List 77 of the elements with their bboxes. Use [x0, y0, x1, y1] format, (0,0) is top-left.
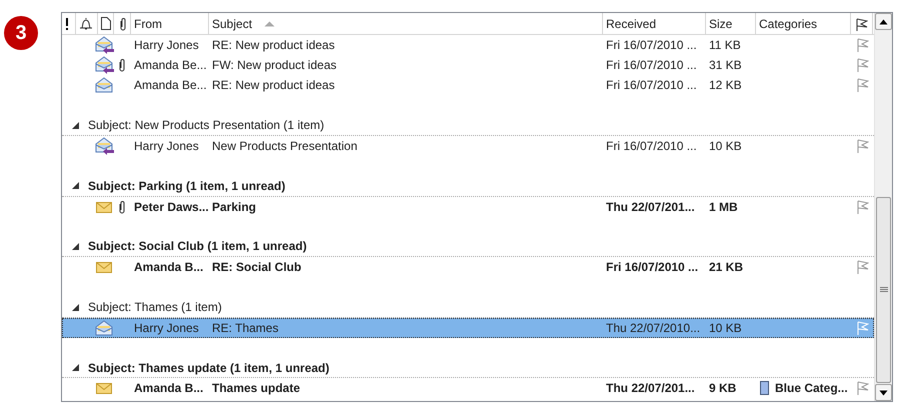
message-size: 1 MB [709, 200, 738, 214]
group-header[interactable]: Subject: New Products Presentation (1 item) [88, 116, 324, 134]
group-header[interactable]: Subject: Social Club (1 item, 1 unread) [88, 237, 307, 256]
flag-icon[interactable] [855, 380, 869, 396]
scrollbar[interactable] [874, 13, 892, 401]
column-header[interactable]: From [131, 13, 209, 34]
message-row[interactable]: Harry Jones New Products Presentation Fri 16/07/2010 ... 10 KB [62, 136, 874, 156]
down-arrow-icon [879, 390, 888, 396]
message-row[interactable]: Amanda Be... FW: New product ideas Fri 16/07/2010 ... 31 KB [62, 55, 874, 76]
received-date: Fri 16/07/2010 ... [606, 58, 697, 72]
up-arrow-icon [879, 18, 888, 24]
scroll-down-button[interactable] [875, 384, 892, 401]
column-header[interactable]: Size [706, 13, 756, 34]
flag-icon [854, 16, 868, 30]
sender-name: Peter Daws... [134, 200, 209, 214]
bell-icon [79, 17, 93, 30]
grip-icon [880, 287, 888, 293]
scroll-thumb[interactable] [876, 197, 891, 383]
received-date: Thu 22/07/201... [606, 200, 695, 214]
received-date: Thu 22/07/2010... [606, 320, 700, 335]
flag-icon[interactable] [855, 37, 869, 54]
subject-text: RE: Thames [212, 320, 278, 335]
flag-icon[interactable] [855, 259, 869, 276]
importance-icon [65, 18, 69, 30]
message-row[interactable]: Amanda B... RE: Social Club Fri 16/07/2010 ... 21 KB [62, 257, 874, 278]
message-size: 9 KB [709, 381, 736, 396]
message-size: 10 KB [709, 320, 742, 335]
category-label: Blue Categ... [775, 380, 848, 398]
message-size: 31 KB [709, 58, 742, 72]
flag-icon[interactable] [855, 138, 869, 154]
received-date: Fri 16/07/2010 ... [606, 38, 697, 52]
group-header[interactable]: Subject: Thames (1 item) [88, 298, 222, 316]
sender-name: Amanda B... [134, 260, 204, 274]
expand-triangle-icon[interactable] [72, 304, 79, 311]
column-header[interactable]: Subject [209, 13, 603, 34]
sender-name: Harry Jones [134, 139, 199, 154]
message-size: 21 KB [709, 260, 744, 274]
subject-text: FW: New product ideas [212, 58, 336, 72]
expand-triangle-icon[interactable] [72, 122, 79, 129]
subject-text: New Products Presentation [212, 139, 358, 154]
scroll-up-button[interactable] [875, 13, 892, 30]
subject-text: RE: New product ideas [212, 78, 335, 92]
flag-icon[interactable] [855, 198, 869, 215]
sender-name: Harry Jones [134, 38, 199, 52]
type-column-header[interactable] [98, 13, 114, 34]
sender-name: Amanda Be... [134, 78, 207, 92]
sort-ascending-icon [264, 20, 276, 26]
subject-text: RE: Social Club [212, 260, 302, 274]
received-date: Fri 16/07/2010 ... [606, 260, 698, 274]
message-size: 12 KB [709, 78, 742, 92]
column-header[interactable]: Categories [756, 13, 851, 34]
subject-text: Parking [212, 200, 256, 214]
received-date: Fri 16/07/2010 ... [606, 78, 697, 92]
received-date: Thu 22/07/201... [606, 381, 695, 396]
sender-name: Amanda B... [134, 381, 204, 396]
subject-text: RE: New product ideas [212, 38, 335, 52]
message-size: 10 KB [709, 139, 742, 154]
message-row[interactable]: Peter Daws... Parking Thu 22/07/201... 1 MB [62, 196, 874, 217]
flag-icon[interactable] [855, 57, 869, 74]
expand-triangle-icon[interactable] [72, 182, 79, 190]
subject-text: Thames update [212, 381, 300, 396]
expand-triangle-icon[interactable] [72, 364, 79, 372]
sender-name: Harry Jones [134, 320, 199, 335]
received-date: Fri 16/07/2010 ... [606, 139, 697, 154]
step-badge: 3 [4, 16, 38, 50]
message-row[interactable]: Amanda B... Thames update Thu 22/07/201... 9 KB Blue Categ... [62, 378, 874, 398]
sender-name: Amanda Be... [134, 58, 207, 72]
expand-triangle-icon[interactable] [72, 242, 79, 250]
group-header[interactable]: Subject: Thames update (1 item, 1 unread) [88, 358, 330, 377]
group-header[interactable]: Subject: Parking (1 item, 1 unread) [88, 176, 286, 195]
message-row[interactable]: Harry Jones RE: Thames Thu 22/07/2010... 10 KB [62, 318, 874, 338]
flag-icon[interactable] [855, 77, 869, 94]
message-row[interactable]: Amanda Be... RE: New product ideas Fri 16/07/2010 ... 12 KB [62, 75, 874, 96]
column-header[interactable]: Received [603, 13, 706, 34]
message-size: 11 KB [709, 38, 741, 52]
message-row[interactable]: Harry Jones RE: New product ideas Fri 16/07/2010 ... 11 KB [62, 35, 874, 56]
document-icon [101, 17, 111, 30]
